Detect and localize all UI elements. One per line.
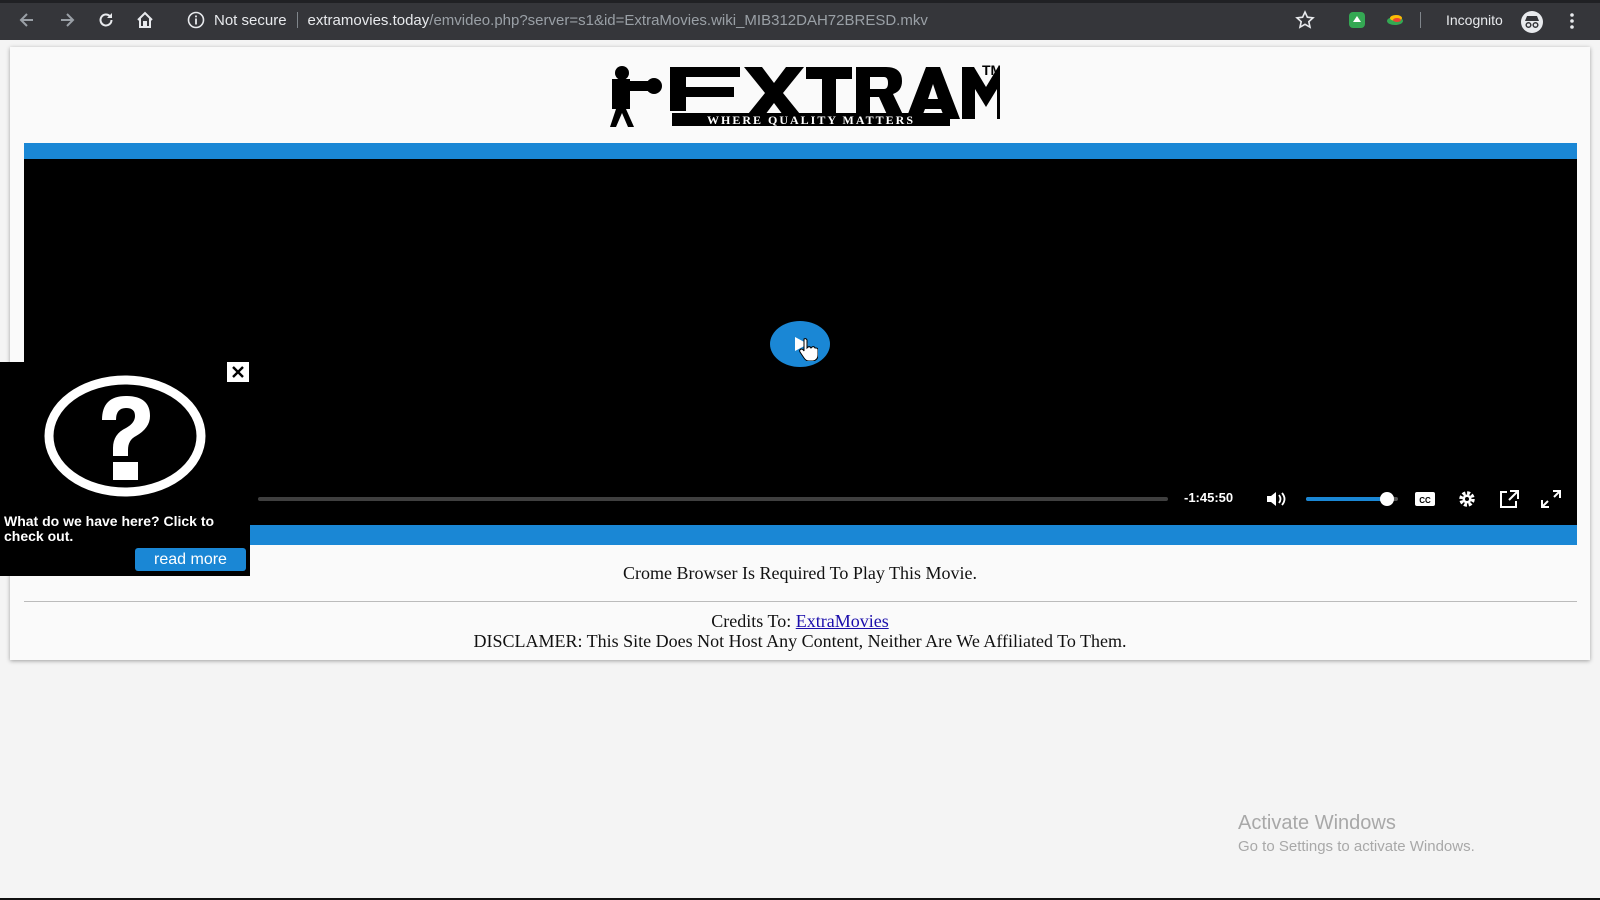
svg-text:CC: CC	[1419, 496, 1431, 505]
more-menu-icon[interactable]	[1564, 10, 1580, 32]
popout-icon[interactable]	[1498, 489, 1520, 509]
back-arrow-icon	[19, 13, 33, 27]
volume-icon[interactable]	[1265, 489, 1287, 509]
volume-knob[interactable]	[1379, 492, 1394, 506]
activate-windows-watermark: Activate Windows Go to Settings to activ…	[1238, 812, 1475, 855]
disclaimer: DISCLAMER: This Site Does Not Host Any C…	[473, 631, 1127, 651]
back-button[interactable]	[16, 9, 38, 31]
address-divider	[296, 12, 298, 28]
security-status[interactable]: Not secure	[214, 12, 287, 29]
divider	[24, 601, 1577, 602]
url-path: /emvideo.php?server=s1&id=ExtraMovies.wi…	[429, 11, 928, 29]
info-icon[interactable]	[186, 10, 206, 30]
read-more-button[interactable]: read more	[135, 548, 246, 571]
url-domain: extramovies.today	[307, 11, 430, 29]
incognito-icon[interactable]	[1520, 10, 1544, 34]
popup-ad[interactable]: What do we have here? Click to check out…	[0, 362, 250, 576]
question-mark-icon	[44, 375, 206, 497]
extramovies-logo[interactable]: WHERE QUALITY MATTERS TM	[610, 59, 1000, 129]
logo-tagline: WHERE QUALITY MATTERS	[707, 113, 915, 127]
credits-line: Credits To: ExtraMovies	[10, 611, 1590, 632]
incognito-label: Incognito	[1446, 12, 1503, 28]
volume-slider[interactable]	[1306, 492, 1398, 506]
captions-icon[interactable]: CC	[1414, 489, 1436, 509]
seek-bar[interactable]	[258, 497, 1168, 501]
watermark-title: Activate Windows	[1238, 812, 1396, 834]
extension-color-icon[interactable]	[1386, 11, 1404, 29]
forward-button[interactable]	[56, 9, 78, 31]
tab-strip-edge	[0, 0, 1600, 3]
video-player[interactable]: -1:45:50 CC	[24, 159, 1577, 525]
volume-level	[1306, 497, 1387, 501]
browser-toolbar: Not secure extramovies.today/emvideo.php…	[0, 0, 1600, 40]
toolbar-divider	[1420, 12, 1421, 28]
credits-prefix: Credits To:	[711, 611, 796, 631]
home-button[interactable]	[134, 9, 156, 31]
settings-gear-icon[interactable]	[1456, 489, 1478, 509]
extension-green-icon[interactable]	[1348, 11, 1366, 29]
fullscreen-icon[interactable]	[1540, 489, 1562, 509]
forward-arrow-icon	[61, 13, 75, 27]
credits-link[interactable]: ExtraMovies	[796, 611, 889, 631]
bookmark-star-icon[interactable]	[1294, 9, 1316, 31]
popup-close-button[interactable]	[227, 362, 249, 382]
hand-cursor-icon	[799, 338, 818, 361]
reload-icon	[99, 13, 113, 27]
reload-button[interactable]	[95, 9, 117, 31]
time-remaining: -1:45:50	[1184, 490, 1234, 505]
home-icon	[137, 11, 153, 28]
address-bar[interactable]: Not secure extramovies.today/emvideo.php…	[178, 6, 1318, 34]
logo-trademark: TM	[982, 62, 1000, 78]
popup-message[interactable]: What do we have here? Click to check out…	[4, 514, 248, 544]
watermark-subtitle: Go to Settings to activate Windows.	[1238, 838, 1475, 855]
close-icon	[232, 366, 244, 378]
url-text[interactable]: extramovies.today/emvideo.php?server=s1&…	[308, 12, 928, 29]
video-player-frame: -1:45:50 CC	[24, 143, 1577, 545]
